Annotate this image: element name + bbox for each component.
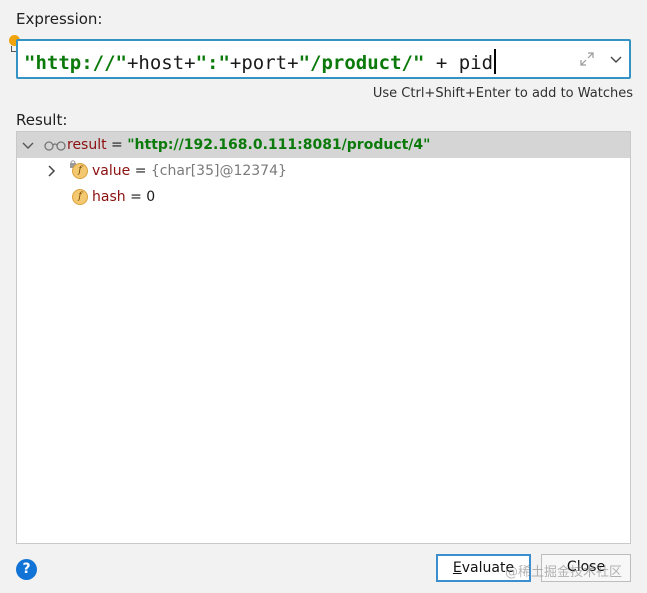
field-value: {char[35]@12374} bbox=[150, 163, 287, 179]
help-icon[interactable]: ? bbox=[16, 559, 37, 580]
watches-hint: Use Ctrl+Shift+Enter to add to Watches bbox=[372, 86, 633, 101]
expr-token-string: "http://" bbox=[24, 52, 127, 74]
tree-row-value[interactable]: f value = {char[35]@12374} bbox=[17, 158, 630, 184]
result-equals: = bbox=[106, 137, 128, 153]
field-name: hash bbox=[92, 189, 126, 205]
expr-token-string: "/product/" bbox=[298, 52, 425, 74]
expr-token-plain: + pid bbox=[424, 52, 494, 74]
expr-token-plain: +host+ bbox=[126, 52, 196, 74]
result-value: "http://192.168.0.111:8081/product/4" bbox=[127, 137, 431, 153]
evaluate-mnemonic: E bbox=[452, 560, 462, 576]
watch-glasses-icon bbox=[44, 141, 66, 151]
field-icon: f bbox=[72, 189, 88, 205]
field-icon: f bbox=[72, 163, 88, 179]
text-caret bbox=[494, 49, 497, 74]
expr-token-string: ":" bbox=[195, 52, 230, 74]
result-tree[interactable]: result = "http://192.168.0.111:8081/prod… bbox=[16, 131, 631, 544]
watermark-text: @稀土掘金技术社区 bbox=[505, 565, 623, 580]
expression-label: Expression: bbox=[16, 10, 103, 28]
result-label: Result: bbox=[16, 111, 68, 129]
tree-row-result[interactable]: result = "http://192.168.0.111:8081/prod… bbox=[17, 132, 630, 158]
result-name: result bbox=[67, 137, 107, 153]
expand-editor-icon[interactable] bbox=[579, 51, 595, 67]
expression-text[interactable]: "http://"+host+":"+port+"/product/" + pi… bbox=[24, 49, 497, 75]
chevron-right-icon[interactable] bbox=[44, 164, 58, 178]
field-name: value bbox=[92, 163, 131, 179]
expression-input[interactable]: "http://"+host+":"+port+"/product/" + pi… bbox=[16, 39, 631, 79]
expr-token-plain: +port+ bbox=[229, 52, 299, 74]
tree-row-hash[interactable]: f hash = 0 bbox=[17, 184, 630, 210]
field-equals: = bbox=[130, 163, 151, 179]
field-value: 0 bbox=[146, 189, 156, 205]
chevron-down-icon[interactable] bbox=[21, 138, 35, 152]
field-equals: = bbox=[125, 189, 147, 205]
evaluate-expression-dialog: Expression: "http://"+host+":"+port+"/pr… bbox=[0, 0, 647, 593]
chevron-down-icon[interactable] bbox=[609, 52, 623, 66]
